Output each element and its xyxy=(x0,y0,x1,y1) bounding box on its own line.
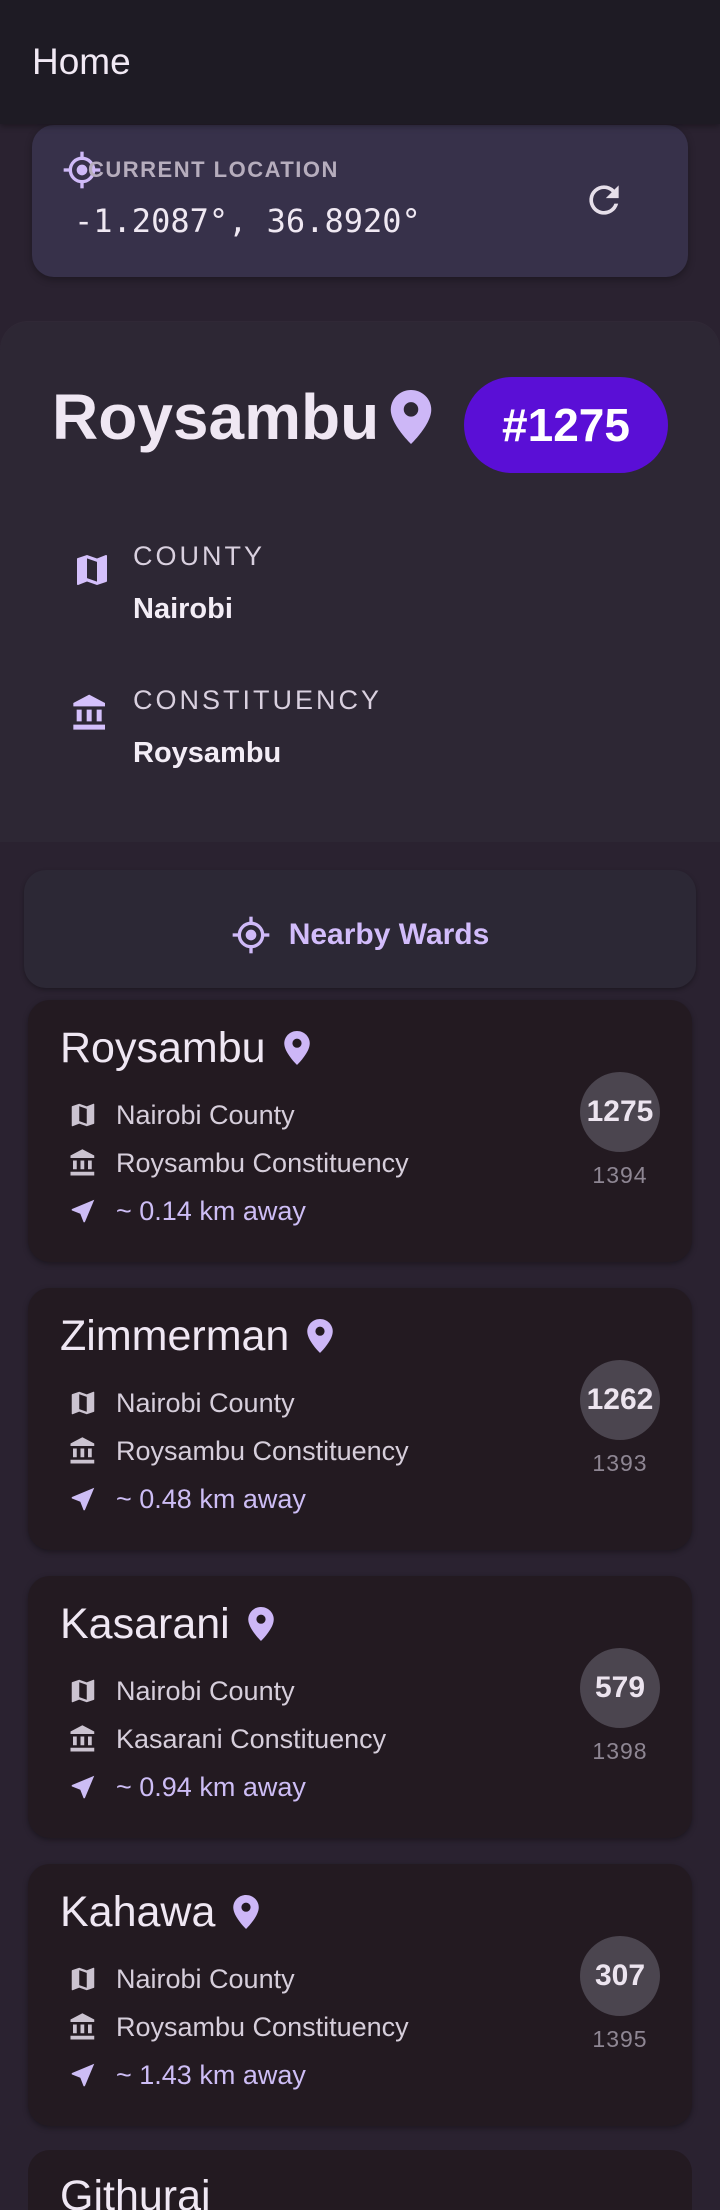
app-bar: Home xyxy=(0,0,720,124)
ward-number-badge: #1275 xyxy=(464,377,668,473)
bank-building-icon xyxy=(70,1149,95,1176)
refresh-icon[interactable] xyxy=(582,178,626,222)
constituency-label: CONSTITUENCY xyxy=(133,685,383,715)
nearby-ward-card[interactable]: Zimmerman Nairobi County Roysambu Consti… xyxy=(28,1288,692,1550)
nearby-ward-county: Nairobi County xyxy=(116,1387,295,1418)
map-pin-icon xyxy=(247,1606,274,1641)
nearby-ward-name-row: Kasarani xyxy=(60,1598,274,1650)
nearby-ward-distance-row: ~ 0.94 km away xyxy=(68,1767,306,1807)
navigation-arrow-icon xyxy=(71,1199,95,1223)
county-value: Nairobi xyxy=(133,593,233,625)
bank-building-icon xyxy=(70,1725,95,1752)
nearby-ward-name: Roysambu xyxy=(60,1024,266,1072)
nearby-wards-header: Nearby Wards xyxy=(24,870,696,988)
constituency-value: Roysambu xyxy=(133,737,282,769)
nearby-ward-distance-row: ~ 0.14 km away xyxy=(68,1191,306,1231)
map-pin-icon xyxy=(283,1030,310,1065)
nearby-wards-list: Roysambu Nairobi County Roysambu Constit… xyxy=(28,1000,692,2152)
my-location-icon xyxy=(232,916,270,954)
current-location-label: CURRENT LOCATION xyxy=(88,157,339,182)
nearby-ward-name-row: Zimmerman xyxy=(60,1310,334,1362)
nearby-ward-constituency: Roysambu Constituency xyxy=(116,1147,409,1178)
nearby-ward-sub-number: 1393 xyxy=(592,1450,648,1476)
nearby-ward-name: Kahawa xyxy=(60,1888,216,1936)
nearby-ward-name-row: Roysambu xyxy=(60,1022,310,1074)
bank-building-icon xyxy=(70,2013,95,2040)
ward-title: Roysambu xyxy=(52,381,380,453)
nearby-ward-distance: ~ 0.48 km away xyxy=(116,1483,306,1514)
nearby-ward-sub-number: 1395 xyxy=(592,2026,648,2052)
nearby-ward-number: 579 xyxy=(580,1648,660,1728)
map-icon xyxy=(71,1967,95,1991)
navigation-arrow-icon xyxy=(71,1487,95,1511)
nearby-ward-county: Nairobi County xyxy=(116,1675,295,1706)
nearby-ward-distance: ~ 0.94 km away xyxy=(116,1771,306,1802)
nearby-ward-name-row: Kahawa xyxy=(60,1886,260,1938)
nearby-ward-card[interactable]: Roysambu Nairobi County Roysambu Constit… xyxy=(28,1000,692,1262)
app-bar-title: Home xyxy=(32,41,131,82)
navigation-arrow-icon xyxy=(71,1775,95,1799)
nearby-ward-county-row: Nairobi County xyxy=(68,1383,295,1423)
nearby-ward-distance: ~ 0.14 km away xyxy=(116,1195,306,1226)
nearby-ward-constituency-row: Roysambu Constituency xyxy=(68,1143,409,1183)
county-label: COUNTY xyxy=(133,541,265,571)
nearby-ward-sub-number: 1398 xyxy=(592,1738,648,1764)
nearby-ward-constituency: Roysambu Constituency xyxy=(116,2011,409,2042)
nearby-ward-name: Kasarani xyxy=(60,1600,230,1648)
nearby-ward-constituency: Roysambu Constituency xyxy=(116,1435,409,1466)
nearby-ward-constituency-row: Roysambu Constituency xyxy=(68,1431,409,1471)
map-icon xyxy=(71,1679,95,1703)
nearby-wards-title: Nearby Wards xyxy=(288,918,490,951)
nearby-ward-sub-number: 1394 xyxy=(592,1162,648,1188)
nearby-ward-card-partial[interactable]: Githurai xyxy=(28,2150,692,2210)
bank-building-icon xyxy=(70,1437,95,1464)
map-pin-icon xyxy=(307,1318,334,1353)
nearby-ward-county-row: Nairobi County xyxy=(68,1959,295,1999)
nearby-ward-card[interactable]: Kahawa Nairobi County Roysambu Constitue… xyxy=(28,1864,692,2126)
nearby-ward-name: Githurai xyxy=(60,2172,211,2210)
nearby-ward-number: 307 xyxy=(580,1936,660,2016)
nearby-ward-county-row: Nairobi County xyxy=(68,1095,295,1135)
nearby-ward-number: 1275 xyxy=(580,1072,660,1152)
navigation-arrow-icon xyxy=(71,2063,95,2087)
nearby-ward-county: Nairobi County xyxy=(116,1963,295,1994)
nearby-ward-constituency-row: Roysambu Constituency xyxy=(68,2007,409,2047)
nearby-ward-constituency-row: Kasarani Constituency xyxy=(68,1719,386,1759)
nearby-ward-card[interactable]: Kasarani Nairobi County Kasarani Constit… xyxy=(28,1576,692,1838)
nearby-ward-county: Nairobi County xyxy=(116,1099,295,1130)
bank-building-icon xyxy=(73,694,105,730)
map-icon xyxy=(71,1391,95,1415)
map-pin-icon xyxy=(390,390,432,444)
map-icon xyxy=(71,1103,95,1127)
nearby-ward-distance-row: ~ 1.43 km away xyxy=(68,2055,306,2095)
nearby-ward-distance: ~ 1.43 km away xyxy=(116,2059,306,2090)
nearby-ward-county-row: Nairobi County xyxy=(68,1671,295,1711)
current-location-coords: -1.2087°, 36.8920° xyxy=(74,202,421,240)
map-pin-icon xyxy=(233,1894,260,1929)
nearby-ward-number: 1262 xyxy=(580,1360,660,1440)
map-icon xyxy=(77,555,107,585)
nearby-ward-constituency: Kasarani Constituency xyxy=(116,1723,387,1754)
nearby-ward-distance-row: ~ 0.48 km away xyxy=(68,1479,306,1519)
nearby-ward-name: Zimmerman xyxy=(60,1312,290,1360)
